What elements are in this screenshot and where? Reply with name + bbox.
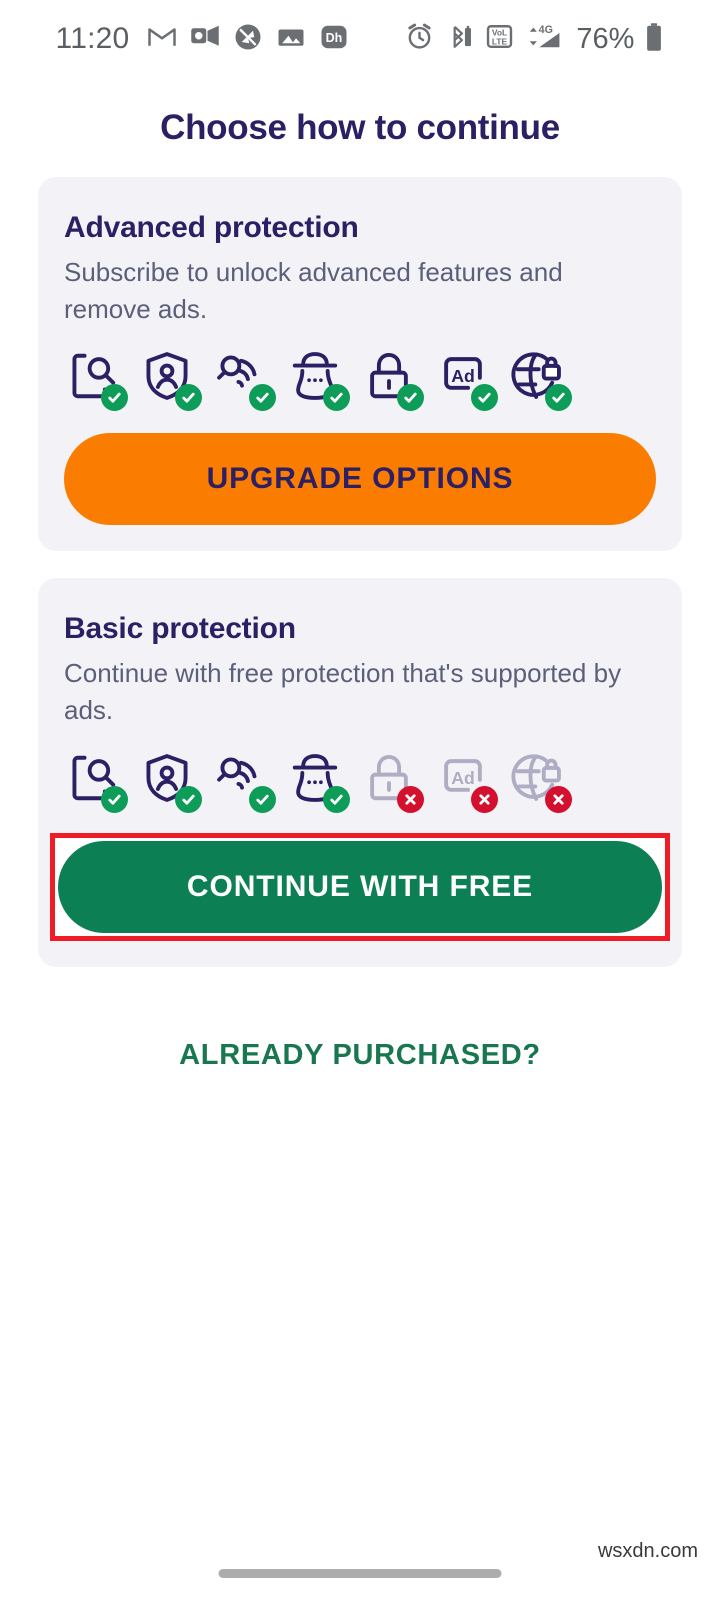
alarm-icon: [405, 22, 434, 56]
check-badge: [471, 384, 498, 412]
identity-shield-icon: [140, 349, 202, 412]
photos-icon: [276, 22, 306, 57]
check-badge: [101, 384, 128, 412]
cross-badge: [397, 785, 424, 813]
vpn-globe-lock-icon: [510, 751, 572, 813]
site-watermark: wsxdn.com: [597, 1540, 698, 1562]
ad-block-icon: Ad: [436, 751, 498, 813]
check-badge: [175, 384, 202, 412]
continue-free-highlight: CONTINUE WITH FREE: [50, 832, 670, 941]
status-bar-clock: 11:20: [55, 22, 130, 55]
status-bar-right: VoL LTE 4G 76%: [405, 22, 664, 57]
wifi-scan-icon: [214, 751, 276, 813]
identity-shield-icon: [140, 751, 202, 813]
cross-badge: [545, 785, 572, 813]
cross-badge: [471, 785, 498, 813]
check-badge: [249, 384, 276, 412]
phone-screen: 11:20 Dh VoL LTE 4G 76% Choose how to co…: [0, 0, 720, 1600]
battery-percentage: 76%: [576, 22, 635, 55]
upgrade-options-button[interactable]: UPGRADE OPTIONS: [64, 433, 656, 526]
check-badge: [175, 785, 202, 813]
basic-feature-icons: Ad: [64, 751, 656, 813]
gmail-icon: [147, 22, 177, 57]
check-badge: [249, 785, 276, 813]
bluetooth-battery-icon: [445, 22, 474, 56]
svg-text:4G: 4G: [539, 24, 553, 36]
mobile-signal-4g-icon: 4G: [525, 22, 563, 56]
advanced-protection-card[interactable]: Advanced protection Subscribe to unlock …: [38, 177, 682, 552]
check-badge: [323, 785, 350, 813]
battery-icon: [644, 22, 664, 57]
device-scan-icon: [66, 751, 128, 813]
svg-text:LTE: LTE: [492, 36, 508, 46]
check-badge: [101, 785, 128, 813]
advanced-card-title: Advanced protection: [64, 211, 359, 244]
android-home-indicator[interactable]: [218, 1569, 502, 1578]
check-badge: [397, 384, 424, 412]
basic-protection-card[interactable]: Basic protection Continue with free prot…: [38, 578, 682, 967]
basic-card-description: Continue with free protection that's sup…: [64, 658, 622, 725]
lock-icon: [362, 349, 424, 412]
vpn-globe-lock-icon: [510, 349, 572, 412]
page-title: Choose how to continue: [160, 108, 560, 147]
bottom-spacer: [0, 1072, 720, 1600]
status-bar-left: 11:20 Dh: [56, 22, 350, 57]
check-badge: [545, 384, 572, 412]
svg-text:Ad: Ad: [451, 366, 475, 386]
device-scan-icon: [66, 349, 128, 412]
outlook-icon: [190, 22, 220, 57]
do-not-disturb-icon: [233, 22, 263, 57]
volte-icon: VoL LTE: [485, 22, 514, 56]
svg-text:Ad: Ad: [451, 768, 475, 788]
lock-icon: [362, 751, 424, 813]
svg-text:Dh: Dh: [326, 31, 343, 45]
continue-with-free-button[interactable]: CONTINUE WITH FREE: [58, 840, 662, 933]
basic-card-title: Basic protection: [64, 612, 296, 646]
wifi-scan-icon: [214, 349, 276, 412]
status-bar: 11:20 Dh VoL LTE 4G 76%: [0, 0, 720, 78]
hacker-detect-icon: [288, 751, 350, 813]
advanced-card-description: Subscribe to unlock advanced features an…: [64, 257, 563, 324]
disney-plus-hotstar-icon: Dh: [319, 22, 349, 57]
already-purchased-link[interactable]: ALREADY PURCHASED?: [0, 1039, 720, 1072]
ad-block-icon: Ad: [436, 349, 498, 412]
hacker-detect-icon: [288, 349, 350, 412]
check-badge: [323, 384, 350, 412]
advanced-feature-icons: Ad: [64, 349, 656, 412]
